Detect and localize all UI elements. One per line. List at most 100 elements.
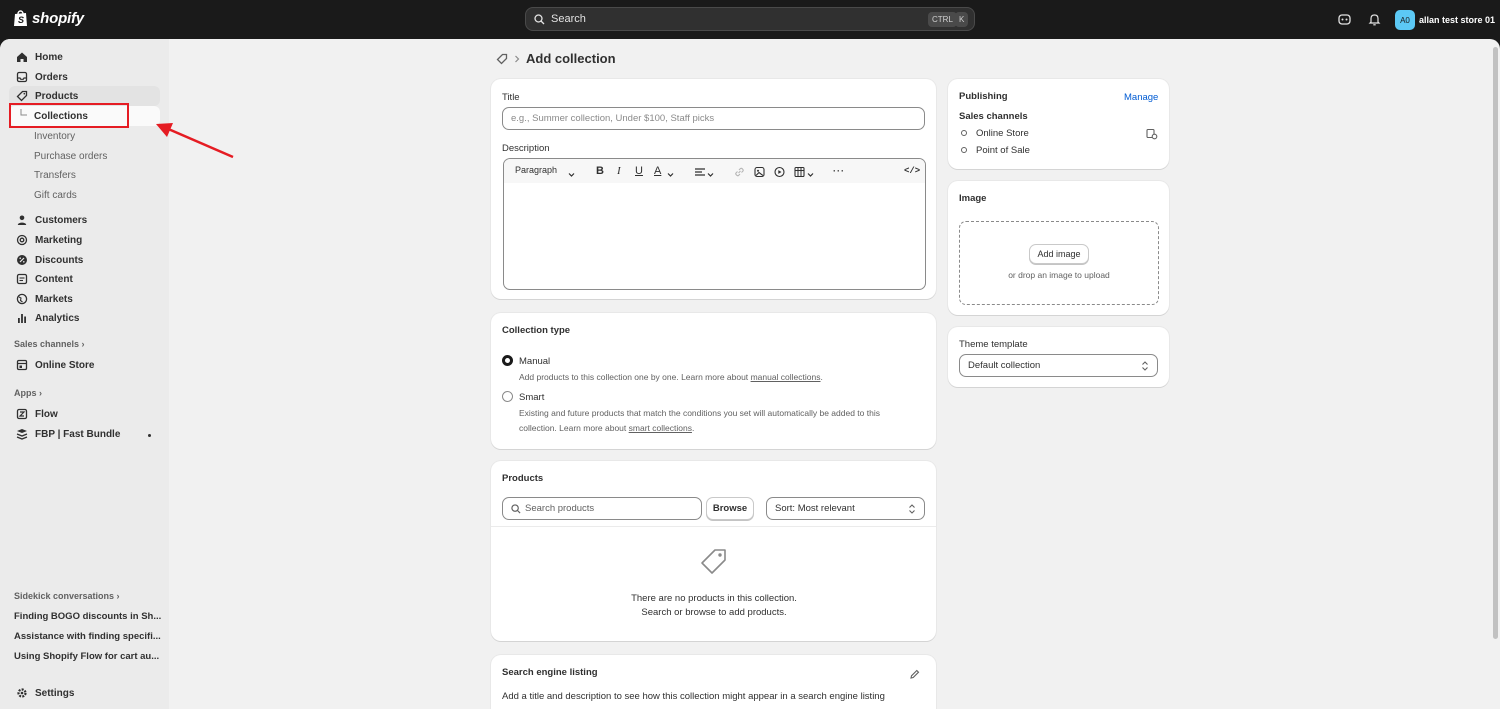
sidebar-item-discounts[interactable]: Discounts	[9, 250, 160, 270]
sidebar-item-home[interactable]: Home	[9, 47, 160, 67]
browse-button[interactable]: Browse	[706, 497, 754, 520]
status-dot-icon	[961, 130, 967, 136]
align-icon[interactable]	[694, 166, 706, 180]
sidebar-item-gift-cards[interactable]: Gift cards	[9, 185, 160, 205]
sidebar-label: Customers	[35, 214, 88, 226]
channel-settings-icon[interactable]	[1146, 128, 1158, 140]
sidekick-heading[interactable]: Sidekick conversations ›	[14, 591, 120, 601]
sidebar-label: Inventory	[34, 130, 76, 142]
image-heading: Image	[959, 193, 987, 204]
kbd-ctrl: CTRL	[928, 12, 957, 27]
sidebar-item-inventory[interactable]: Inventory	[9, 126, 160, 146]
code-icon[interactable]: </>	[904, 164, 920, 178]
conversation-link[interactable]: Using Shopify Flow for cart au...	[14, 651, 159, 662]
scrollbar[interactable]	[1493, 47, 1498, 639]
apps-heading[interactable]: Apps ›	[14, 388, 42, 398]
tag-icon	[16, 90, 28, 102]
description-editor[interactable]: Paragraph B I U A ··· </>	[503, 158, 926, 290]
smart-radio[interactable]	[502, 391, 513, 402]
home-icon	[17, 52, 27, 62]
seo-heading: Search engine listing	[502, 667, 598, 678]
store-name: allan test store 01	[1419, 15, 1496, 25]
manual-collections-link[interactable]: manual collections	[751, 372, 821, 382]
sidebar-label: Marketing	[35, 234, 83, 246]
publishing-heading: Publishing	[959, 91, 1008, 102]
divider	[491, 526, 936, 527]
underline-icon[interactable]: U	[635, 164, 643, 178]
seo-description: Add a title and description to see how t…	[502, 691, 885, 702]
text-color-icon[interactable]: A	[654, 164, 661, 178]
conversation-link[interactable]: Finding BOGO discounts in Sh...	[14, 611, 161, 622]
bell-icon[interactable]	[1367, 12, 1382, 27]
sidebar-item-purchase-orders[interactable]: Purchase orders	[9, 146, 160, 166]
select-chevron-icon	[909, 504, 915, 514]
help-text: Add products to this collection one by o…	[519, 372, 749, 382]
svg-text:S: S	[18, 15, 24, 25]
bold-icon[interactable]: B	[596, 164, 604, 178]
globe-icon	[16, 293, 28, 305]
paragraph-select[interactable]: Paragraph	[515, 165, 557, 175]
image-dropzone[interactable]: Add image or drop an image to upload	[959, 221, 1159, 305]
sidebar-item-analytics[interactable]: Analytics	[9, 308, 160, 328]
annotation-arrow	[156, 123, 234, 159]
sort-select[interactable]: Sort: Most relevant	[766, 497, 925, 520]
sidebar-item-fbp[interactable]: FBP | Fast Bundle	[9, 424, 160, 444]
sidebar-item-flow[interactable]: Flow	[9, 404, 160, 424]
smart-collections-link[interactable]: smart collections	[629, 423, 692, 433]
sales-channels-heading[interactable]: Sales channels ›	[14, 339, 85, 349]
drop-hint: or drop an image to upload	[1008, 270, 1110, 280]
title-label: Title	[502, 92, 520, 103]
bundle-icon	[16, 429, 28, 440]
breadcrumb: Add collection	[496, 51, 616, 66]
sidebar-item-transfers[interactable]: Transfers	[9, 165, 160, 185]
sidebar-item-orders[interactable]: Orders	[9, 67, 160, 87]
sidekick-icon[interactable]	[1337, 12, 1352, 27]
sidebar-item-settings[interactable]: Settings	[9, 683, 160, 703]
manual-help: Add products to this collection one by o…	[519, 372, 823, 382]
search-icon	[534, 13, 545, 24]
kbd-k: K	[955, 12, 969, 27]
sidebar-item-marketing[interactable]: Marketing	[9, 230, 160, 250]
channel-point-of-sale: Point of Sale	[976, 145, 1030, 156]
search-products-input[interactable]: Search products	[502, 497, 702, 520]
more-icon[interactable]: ···	[833, 164, 845, 178]
search-icon	[511, 504, 521, 514]
section-label: Apps	[14, 388, 37, 398]
table-icon[interactable]	[794, 165, 805, 179]
smart-help-line-2: collection. Learn more about smart colle…	[519, 423, 695, 433]
smart-label[interactable]: Smart	[519, 392, 544, 403]
smart-help-line-1: Existing and future products that match …	[519, 408, 880, 418]
tag-icon[interactable]	[496, 53, 508, 65]
italic-icon[interactable]: I	[617, 164, 621, 178]
manual-label[interactable]: Manual	[519, 356, 550, 367]
sidebar-item-customers[interactable]: Customers	[9, 210, 160, 230]
inbox-icon	[16, 71, 28, 83]
products-card: Products Search products Browse Sort: Mo…	[491, 461, 936, 641]
description-label: Description	[502, 143, 550, 154]
sidebar-label: Analytics	[35, 312, 80, 324]
sidebar-item-content[interactable]: Content	[9, 269, 160, 289]
chevron-down-icon	[807, 173, 814, 177]
conversation-link[interactable]: Assistance with finding specifi...	[14, 631, 161, 642]
title-input[interactable]: e.g., Summer collection, Under $100, Sta…	[502, 107, 925, 130]
shopify-bag-icon: S	[14, 10, 27, 26]
image-icon[interactable]	[754, 165, 765, 179]
video-icon[interactable]	[774, 165, 785, 179]
sidebar-label: Settings	[35, 687, 75, 699]
store-menu[interactable]: A0 allan test store 01	[1395, 10, 1495, 30]
global-search[interactable]: Search CTRL K	[525, 7, 975, 31]
channel-online-store: Online Store	[976, 128, 1029, 139]
theme-template-select[interactable]: Default collection	[959, 354, 1158, 377]
sidebar-item-online-store[interactable]: Online Store	[9, 355, 160, 375]
pencil-icon[interactable]	[909, 669, 920, 680]
manage-link[interactable]: Manage	[1124, 92, 1158, 103]
link-icon[interactable]	[734, 165, 745, 179]
sidebar-item-markets[interactable]: Markets	[9, 289, 160, 309]
shopify-logo[interactable]: S shopify	[13, 9, 84, 27]
manual-radio[interactable]	[502, 355, 513, 366]
chevron-down-icon	[667, 173, 674, 177]
tag-icon	[701, 549, 726, 574]
gear-icon	[17, 688, 27, 698]
add-image-button[interactable]: Add image	[1029, 244, 1089, 264]
template-value: Default collection	[968, 360, 1041, 371]
